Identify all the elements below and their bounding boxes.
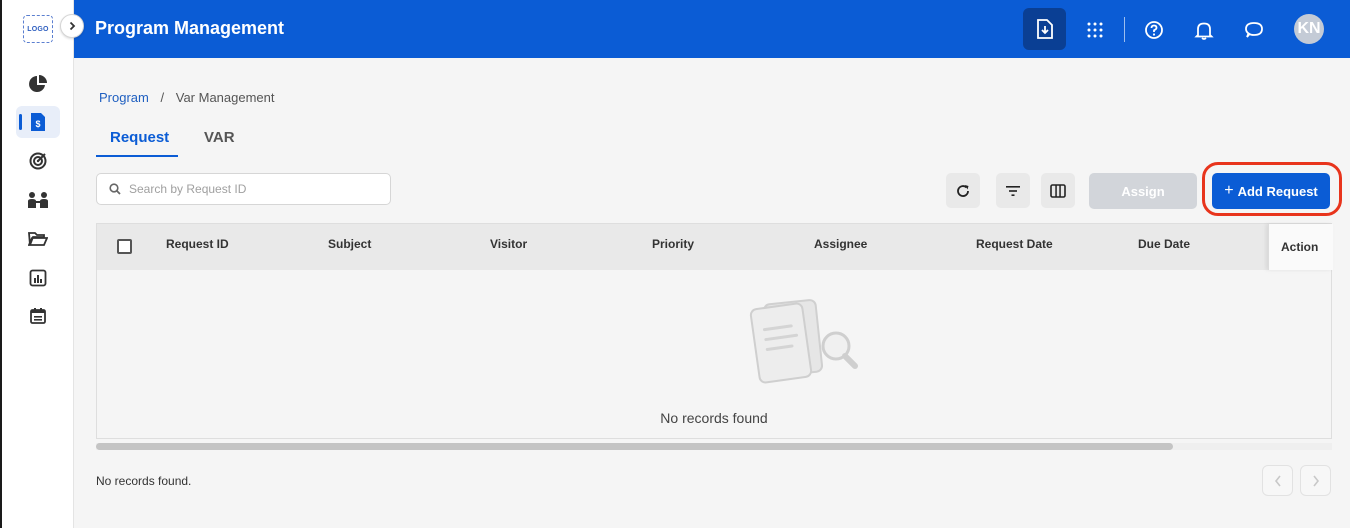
- chevron-left-icon: [1274, 475, 1281, 486]
- columns-icon: [1050, 183, 1066, 198]
- header-divider: [1124, 17, 1125, 42]
- chat-button[interactable]: [1234, 10, 1274, 50]
- column-header-assignee[interactable]: Assignee: [814, 237, 867, 251]
- sidebar-item-goals[interactable]: [16, 145, 60, 177]
- plus-icon: +: [1224, 182, 1234, 199]
- calendar-icon: [30, 308, 46, 324]
- sidebar-item-dashboard[interactable]: [16, 68, 60, 100]
- sidebar-item-visitors[interactable]: [16, 184, 60, 216]
- logo: LOGO: [23, 15, 53, 43]
- columns-button[interactable]: [1041, 173, 1075, 208]
- chevron-right-icon: [1312, 475, 1319, 486]
- sidebar-item-var-management[interactable]: $: [16, 106, 60, 138]
- tab-request[interactable]: Request: [110, 129, 169, 146]
- select-all-checkbox[interactable]: [117, 239, 132, 254]
- horizontal-scrollbar-thumb[interactable]: [96, 443, 1173, 450]
- column-header-visitor[interactable]: Visitor: [490, 237, 527, 251]
- add-request-label: Add Request: [1237, 183, 1318, 199]
- svg-text:$: $: [35, 119, 40, 129]
- column-header-priority[interactable]: Priority: [652, 237, 694, 251]
- requests-table: Request ID Subject Visitor Priority Assi…: [96, 223, 1333, 439]
- bar-chart-icon: [29, 269, 47, 287]
- filter-button[interactable]: [996, 173, 1030, 208]
- refresh-button[interactable]: [946, 173, 980, 208]
- sidebar: LOGO $: [2, 0, 74, 528]
- chevron-right-icon: [69, 21, 76, 31]
- column-header-action: Action: [1281, 240, 1319, 254]
- assign-button[interactable]: Assign: [1089, 173, 1197, 209]
- column-header-due-date[interactable]: Due Date: [1138, 237, 1190, 251]
- help-icon: [1145, 21, 1163, 39]
- download-button[interactable]: [1023, 8, 1066, 50]
- apps-button[interactable]: [1075, 10, 1115, 50]
- empty-documents-icon: [749, 299, 858, 384]
- notifications-button[interactable]: [1184, 10, 1224, 50]
- breadcrumb: Program / Var Management: [99, 90, 275, 105]
- help-button[interactable]: [1134, 10, 1174, 50]
- column-header-subject[interactable]: Subject: [328, 237, 371, 251]
- search-box: [96, 173, 391, 205]
- previous-page-button[interactable]: [1262, 465, 1293, 496]
- folder-open-icon: [28, 232, 48, 246]
- add-request-button[interactable]: + Add Request: [1212, 173, 1330, 209]
- column-header-request-date[interactable]: Request Date: [976, 237, 1053, 251]
- breadcrumb-current: Var Management: [175, 90, 275, 105]
- action-column-header: Action: [1268, 224, 1333, 270]
- table-header: Request ID Subject Visitor Priority Assi…: [97, 224, 1333, 270]
- chat-icon: [1245, 22, 1263, 38]
- pie-chart-icon: [29, 75, 47, 92]
- active-tab-indicator: [96, 155, 178, 157]
- sidebar-item-files[interactable]: [16, 223, 60, 255]
- bell-icon: [1194, 22, 1214, 40]
- empty-state-message: No records found: [660, 410, 768, 426]
- search-input[interactable]: [129, 182, 369, 196]
- sidebar-toggle-button[interactable]: [60, 14, 84, 38]
- records-status: No records found.: [96, 474, 192, 488]
- document-dollar-icon: $: [31, 113, 45, 131]
- user-avatar[interactable]: KN: [1294, 14, 1324, 44]
- active-indicator: [19, 114, 22, 130]
- tab-var[interactable]: VAR: [204, 129, 235, 146]
- refresh-icon: [957, 184, 969, 197]
- search-icon: [109, 183, 121, 195]
- breadcrumb-separator: /: [160, 90, 165, 105]
- sidebar-item-calendar[interactable]: [16, 300, 60, 332]
- breadcrumb-program-link[interactable]: Program: [99, 90, 149, 105]
- app-title: Program Management: [95, 18, 285, 38]
- filter-icon: [1006, 185, 1020, 196]
- target-icon: [29, 152, 47, 170]
- people-icon: [28, 192, 48, 208]
- column-header-request-id[interactable]: Request ID: [166, 237, 229, 251]
- sidebar-item-reports[interactable]: [16, 262, 60, 294]
- top-header: Program Management KN: [74, 0, 1350, 58]
- download-icon: [1036, 19, 1053, 39]
- next-page-button[interactable]: [1300, 465, 1331, 496]
- apps-grid-icon: [1087, 22, 1103, 38]
